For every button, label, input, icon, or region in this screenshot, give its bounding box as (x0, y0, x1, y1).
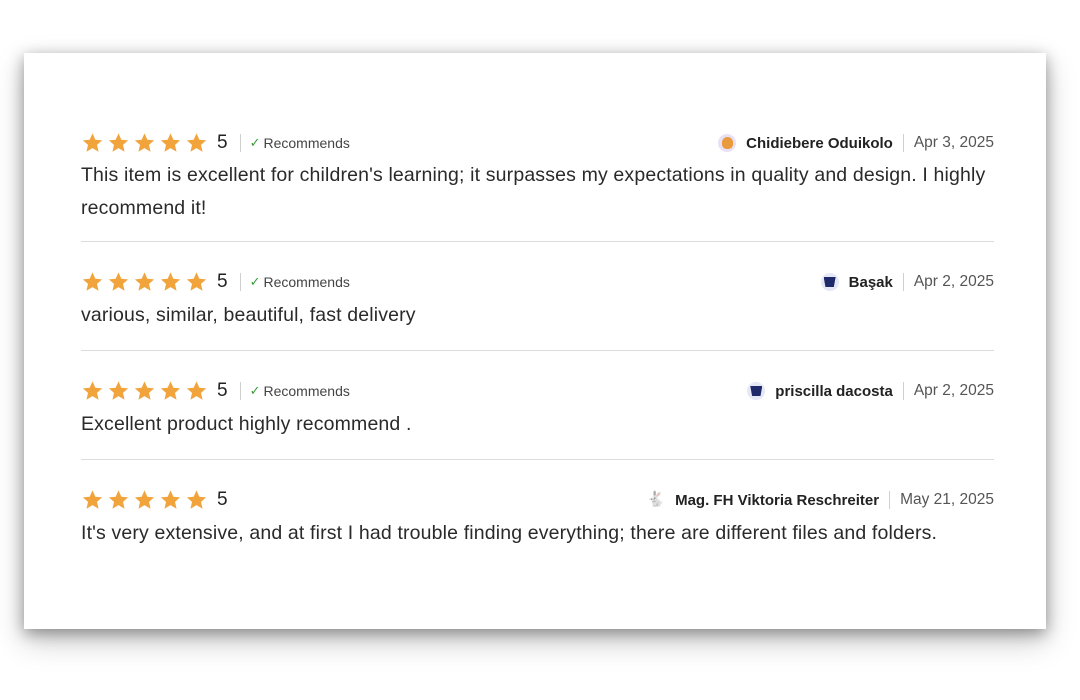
star-rating (81, 271, 208, 293)
review-text: This item is excellent for children's le… (81, 164, 986, 219)
reviewer-name[interactable]: priscilla dacosta (775, 383, 893, 400)
star-icon (81, 380, 104, 402)
star-rating (81, 132, 208, 154)
recommends-badge: ✓ Recommends (250, 383, 350, 399)
star-icon (133, 132, 156, 154)
rating-value: 5 (217, 489, 228, 510)
divider (902, 273, 904, 291)
review-meta: Başak Apr 2, 2025 (820, 270, 994, 294)
review-item: 5 ✓ Recommends Chidiebere Oduikolo Apr 3… (81, 123, 994, 242)
review-text: various, similar, beautiful, fast delive… (81, 304, 416, 326)
check-icon: ✓ (249, 274, 261, 289)
star-rating (81, 489, 208, 511)
check-icon: ✓ (249, 383, 261, 398)
divider (902, 134, 904, 152)
star-icon (185, 271, 208, 293)
review-text: Excellent product highly recommend . (81, 413, 412, 435)
divider (889, 491, 891, 509)
review-item: 5 ✓ Recommends Başak Apr 2, 2025 various… (81, 242, 994, 351)
recommends-label: Recommends (263, 274, 350, 290)
recommends-badge: ✓ Recommends (250, 274, 350, 290)
star-rating (81, 380, 208, 402)
review-meta: 🐇 Mag. FH Viktoria Reschreiter May 21, 2… (647, 488, 994, 512)
divider (239, 382, 241, 400)
reviews-list: 5 ✓ Recommends Chidiebere Oduikolo Apr 3… (81, 123, 994, 578)
review-date: Apr 2, 2025 (913, 382, 994, 399)
review-meta: priscilla dacosta Apr 2, 2025 (747, 379, 994, 403)
divider (902, 382, 904, 400)
star-icon (81, 132, 104, 154)
review-header: 5 ✓ Recommends Chidiebere Oduikolo Apr 3… (81, 129, 994, 157)
star-icon (107, 380, 130, 402)
review-header: 5 ✓ Recommends Başak Apr 2, 2025 (81, 268, 994, 296)
review-meta: Chidiebere Oduikolo Apr 3, 2025 (718, 131, 994, 155)
reviews-card: 5 ✓ Recommends Chidiebere Oduikolo Apr 3… (24, 53, 1046, 629)
star-icon (81, 271, 104, 293)
avatar[interactable] (718, 134, 737, 152)
rating: 5 (81, 488, 228, 512)
rating-value: 5 (217, 380, 228, 401)
review-item: 5 🐇 Mag. FH Viktoria Reschreiter May 21,… (81, 460, 994, 578)
avatar[interactable] (820, 273, 839, 291)
star-icon (107, 271, 130, 293)
star-icon (159, 271, 182, 293)
star-icon (185, 489, 208, 511)
review-header: 5 🐇 Mag. FH Viktoria Reschreiter May 21,… (81, 486, 994, 514)
recommends-label: Recommends (263, 383, 350, 399)
star-icon (133, 489, 156, 511)
star-icon (107, 132, 130, 154)
divider (239, 273, 241, 291)
star-icon (185, 132, 208, 154)
check-icon: ✓ (249, 135, 261, 150)
star-icon (159, 489, 182, 511)
avatar[interactable]: 🐇 (647, 491, 666, 509)
reviewer-name[interactable]: Chidiebere Oduikolo (746, 135, 893, 152)
rating: 5 ✓ Recommends (81, 131, 350, 155)
rating-value: 5 (217, 132, 228, 153)
divider (239, 134, 241, 152)
reviewer-name[interactable]: Başak (849, 274, 893, 291)
review-item: 5 ✓ Recommends priscilla dacosta Apr 2, … (81, 351, 994, 460)
review-text: It's very extensive, and at first I had … (81, 522, 938, 544)
star-icon (107, 489, 130, 511)
star-icon (159, 132, 182, 154)
avatar[interactable] (747, 382, 766, 400)
review-date: May 21, 2025 (900, 491, 994, 508)
recommends-badge: ✓ Recommends (250, 135, 350, 151)
star-icon (159, 380, 182, 402)
rating-value: 5 (217, 271, 228, 292)
review-date: Apr 3, 2025 (913, 134, 994, 151)
review-date: Apr 2, 2025 (913, 273, 994, 290)
star-icon (185, 380, 208, 402)
rating: 5 ✓ Recommends (81, 379, 350, 403)
star-icon (133, 380, 156, 402)
rating: 5 ✓ Recommends (81, 270, 350, 294)
star-icon (81, 489, 104, 511)
recommends-label: Recommends (263, 135, 350, 151)
review-header: 5 ✓ Recommends priscilla dacosta Apr 2, … (81, 377, 994, 405)
reviewer-name[interactable]: Mag. FH Viktoria Reschreiter (675, 492, 879, 509)
star-icon (133, 271, 156, 293)
